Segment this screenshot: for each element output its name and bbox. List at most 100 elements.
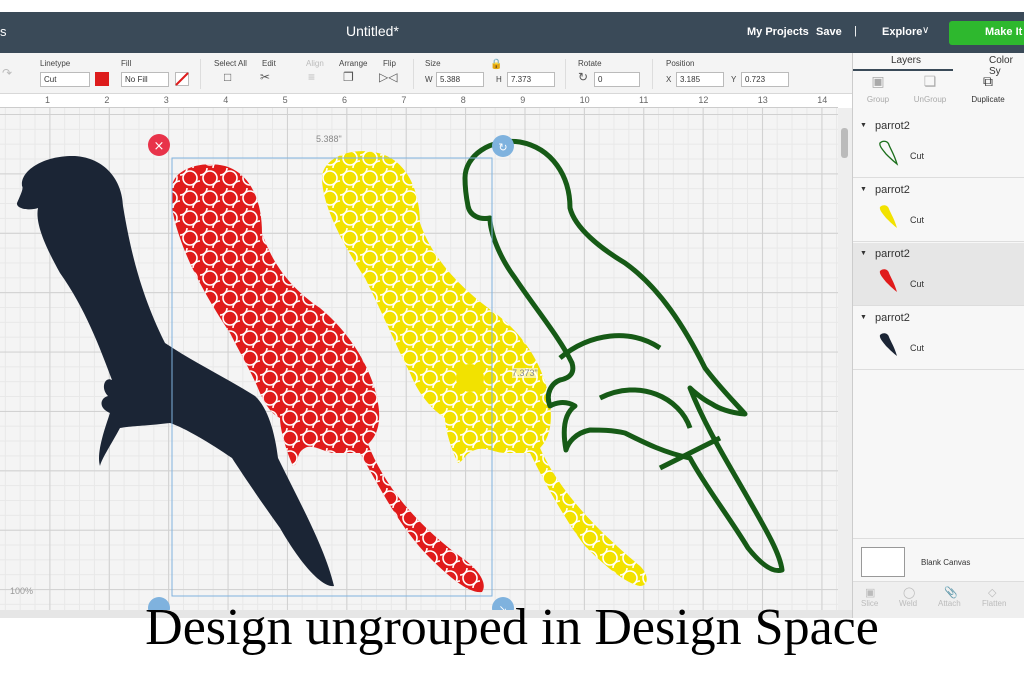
layer-item[interactable]: ▼ parrot2 Cut [853, 179, 1024, 242]
rotate-icon: ↻ [578, 70, 589, 84]
caret-down-icon[interactable]: ▼ [860, 122, 867, 129]
layer-name: parrot2 [875, 312, 910, 324]
height-input[interactable]: 7.373 [507, 72, 555, 87]
horizontal-ruler: 1 2 3 4 5 6 7 8 9 10 11 12 13 14 [0, 94, 838, 108]
design-canvas[interactable]: × ↻ ↘ 5.388" 7.373" 100% [0, 108, 838, 610]
ruler-tick-label: 3 [163, 95, 169, 105]
ruler-tick-label: 5 [282, 95, 288, 105]
ungroup-icon: ❏ [923, 73, 937, 89]
flip-label: Flip [383, 59, 396, 68]
parrot-thumbnail-icon [879, 269, 897, 292]
menu-partial-label: s [0, 24, 7, 39]
redo-icon[interactable]: ↷ [2, 66, 12, 80]
lock-icon[interactable]: 🔒 [490, 59, 502, 70]
ruler-tick-label: 9 [520, 95, 526, 105]
width-input[interactable]: 5.388 [436, 72, 484, 87]
layer-item[interactable]: ▼ parrot2 Cut [853, 307, 1024, 370]
top-bar: s Untitled* My Projects Save | Explore ∨… [0, 12, 1024, 53]
fill-label: Fill [121, 59, 132, 68]
ruler-tick-label: 8 [460, 95, 466, 105]
active-tab-indicator [853, 69, 953, 71]
select-all-label: Select All [214, 59, 247, 68]
scissors-icon[interactable]: ✂ [260, 70, 270, 84]
edit-label: Edit [262, 59, 276, 68]
caret-down-icon[interactable]: ▼ [860, 314, 867, 321]
ungroup-button[interactable]: ❏ UnGroup [905, 73, 955, 104]
align-icon[interactable]: ≡ [308, 70, 315, 84]
layer-name: parrot2 [875, 120, 910, 132]
duplicate-icon: ⧉ [983, 73, 993, 89]
blank-canvas-swatch[interactable] [861, 547, 905, 577]
layers-panel: Layers Color Sy ▣ Group ❏ UnGroup ⧉ Duplica… [852, 53, 1024, 618]
scrollbar-thumb[interactable] [841, 128, 848, 158]
divider [200, 59, 201, 89]
y-input[interactable]: 0.723 [741, 72, 789, 87]
parrot-thumbnail-icon [879, 205, 897, 228]
layer-item-selected[interactable]: ▼ parrot2 Cut [853, 243, 1024, 306]
blank-canvas-label: Blank Canvas [921, 558, 971, 567]
layer-operation: Cut [910, 215, 925, 225]
ruler-tick-label: 12 [698, 95, 709, 105]
layer-operation: Cut [910, 343, 925, 353]
align-label: Align [306, 59, 324, 68]
make-it-button[interactable]: Make It [949, 21, 1024, 45]
ruler-tick-label: 6 [342, 95, 348, 105]
chevron-down-icon[interactable]: ∨ [922, 25, 929, 36]
group-button[interactable]: ▣ Group [853, 73, 903, 104]
ruler-tick-label: 10 [579, 95, 590, 105]
rotate-input[interactable]: 0 [594, 72, 640, 87]
group-icon: ▣ [871, 73, 885, 89]
size-label: Size [425, 59, 441, 68]
document-title: Untitled* [346, 23, 399, 39]
vertical-scrollbar[interactable] [838, 108, 852, 610]
divider: | [854, 25, 857, 37]
ruler-tick-label: 4 [223, 95, 229, 105]
duplicate-button[interactable]: ⧉ Duplicate [963, 73, 1013, 104]
x-label: X [666, 75, 672, 84]
edit-toolbar: ↷ Linetype Cut Fill No Fill Select All □… [0, 53, 852, 94]
ruler-tick-label: 1 [45, 95, 51, 105]
ruler-tick-label: 14 [817, 95, 828, 105]
arrange-icon[interactable]: ❐ [343, 70, 354, 84]
height-label: H [496, 75, 502, 84]
position-label: Position [666, 59, 695, 68]
close-icon: × [154, 139, 165, 154]
ruler-tick-label: 13 [757, 95, 768, 105]
layer-item[interactable]: ▼ parrot2 Cut [853, 115, 1024, 178]
caret-down-icon[interactable]: ▼ [860, 250, 867, 257]
explore-menu[interactable]: Explore [882, 26, 922, 38]
parrot-thumbnail-icon [879, 333, 897, 356]
zoom-level[interactable]: 100% [10, 586, 33, 596]
width-label: W [425, 75, 433, 84]
height-dimension-label: 7.373" [512, 368, 538, 378]
ruler-tick-label: 2 [104, 95, 110, 105]
tab-color-sync[interactable]: Color Sy [989, 55, 1024, 77]
no-fill-icon[interactable] [175, 72, 189, 86]
rotate-arrow-icon: ↻ [498, 141, 507, 154]
my-projects-link[interactable]: My Projects [747, 26, 809, 38]
layer-name: parrot2 [875, 248, 910, 260]
linetype-label: Linetype [40, 59, 71, 68]
rotate-label: Rotate [578, 59, 602, 68]
linetype-select[interactable]: Cut [40, 72, 90, 87]
layer-name: parrot2 [875, 184, 910, 196]
divider [413, 59, 414, 89]
divider [565, 59, 566, 89]
select-all-icon[interactable]: □ [224, 70, 231, 84]
layer-operation: Cut [910, 151, 925, 161]
save-button[interactable]: Save [816, 26, 842, 38]
caption-text: Design ungrouped in Design Space [145, 599, 879, 656]
ruler-tick-label: 7 [401, 95, 407, 105]
divider [652, 59, 653, 89]
ruler-tick-label: 11 [639, 95, 649, 105]
divider [853, 538, 1024, 539]
x-input[interactable]: 3.185 [676, 72, 724, 87]
caret-down-icon[interactable]: ▼ [860, 186, 867, 193]
arrange-label: Arrange [339, 59, 368, 68]
flip-icon[interactable]: ▷◁ [379, 70, 397, 84]
layer-operation: Cut [910, 279, 925, 289]
linetype-color-swatch[interactable] [95, 72, 109, 86]
width-dimension-label: 5.388" [316, 134, 342, 144]
fill-select[interactable]: No Fill [121, 72, 169, 87]
parrot-thumbnail-icon [879, 140, 899, 166]
